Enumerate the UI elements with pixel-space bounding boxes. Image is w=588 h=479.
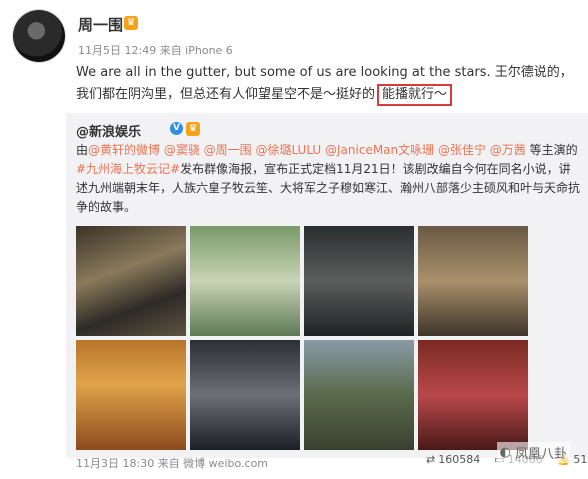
post-text: We are all in the gutter, but some of us… [76,62,576,106]
repost-text-prefix: 由 [76,143,89,157]
repost-badges: V ♛ [170,122,200,136]
forward-count: 160584 [438,453,481,466]
verified-v-icon: V [170,122,183,135]
user-badges: ♛ [124,16,138,30]
image-thumb[interactable] [304,226,414,336]
highlighted-text: 能播就行～ [377,84,453,106]
watermark-text: 凤凰八卦 [514,447,567,462]
image-thumb[interactable] [304,340,414,450]
reposted-weibo[interactable]: @新浪娱乐 V ♛ 由@黄轩的微博 @窦骁 @周一围 @徐璐LULU @Jani… [66,113,588,470]
image-thumb[interactable] [76,226,186,336]
wechat-icon: ◐ [499,445,511,460]
repost-mentions[interactable]: @黄轩的微博 @窦骁 @周一围 @徐璐LULU @JaniceMan文咏珊 @张… [88,143,526,157]
repost-footer: 11月3日 18:30 来自 微博 weibo.com [76,457,269,470]
like-count: 5130 [573,453,588,466]
avatar[interactable] [13,10,65,62]
vip-badge-icon[interactable]: ♛ [124,16,138,30]
image-grid [76,226,528,450]
repost-text: 由@黄轩的微博 @窦骁 @周一围 @徐璐LULU @JaniceMan文咏珊 @… [76,141,581,217]
image-thumb[interactable] [418,226,528,336]
forward-button[interactable]: ⇄ 160584 [426,453,480,466]
vip-badge-icon[interactable]: ♛ [186,122,200,136]
forward-icon: ⇄ [426,453,436,466]
repost-text-after-mentions: 等主演的 [525,143,578,157]
image-thumb[interactable] [190,226,300,336]
post-meta: 11月5日 12:49 来自 iPhone 6 [78,44,233,57]
image-thumb[interactable] [190,340,300,450]
repost-hashtag[interactable]: #九州海上牧云记# [76,162,180,176]
image-thumb[interactable] [76,340,186,450]
post-text-main: We are all in the gutter, but some of us… [76,65,573,102]
image-thumb[interactable] [418,340,528,450]
repost-author[interactable]: @新浪娱乐 [76,121,141,140]
watermark: ◐ 凤凰八卦 [496,442,570,463]
post-username[interactable]: 周一围 [78,14,123,35]
